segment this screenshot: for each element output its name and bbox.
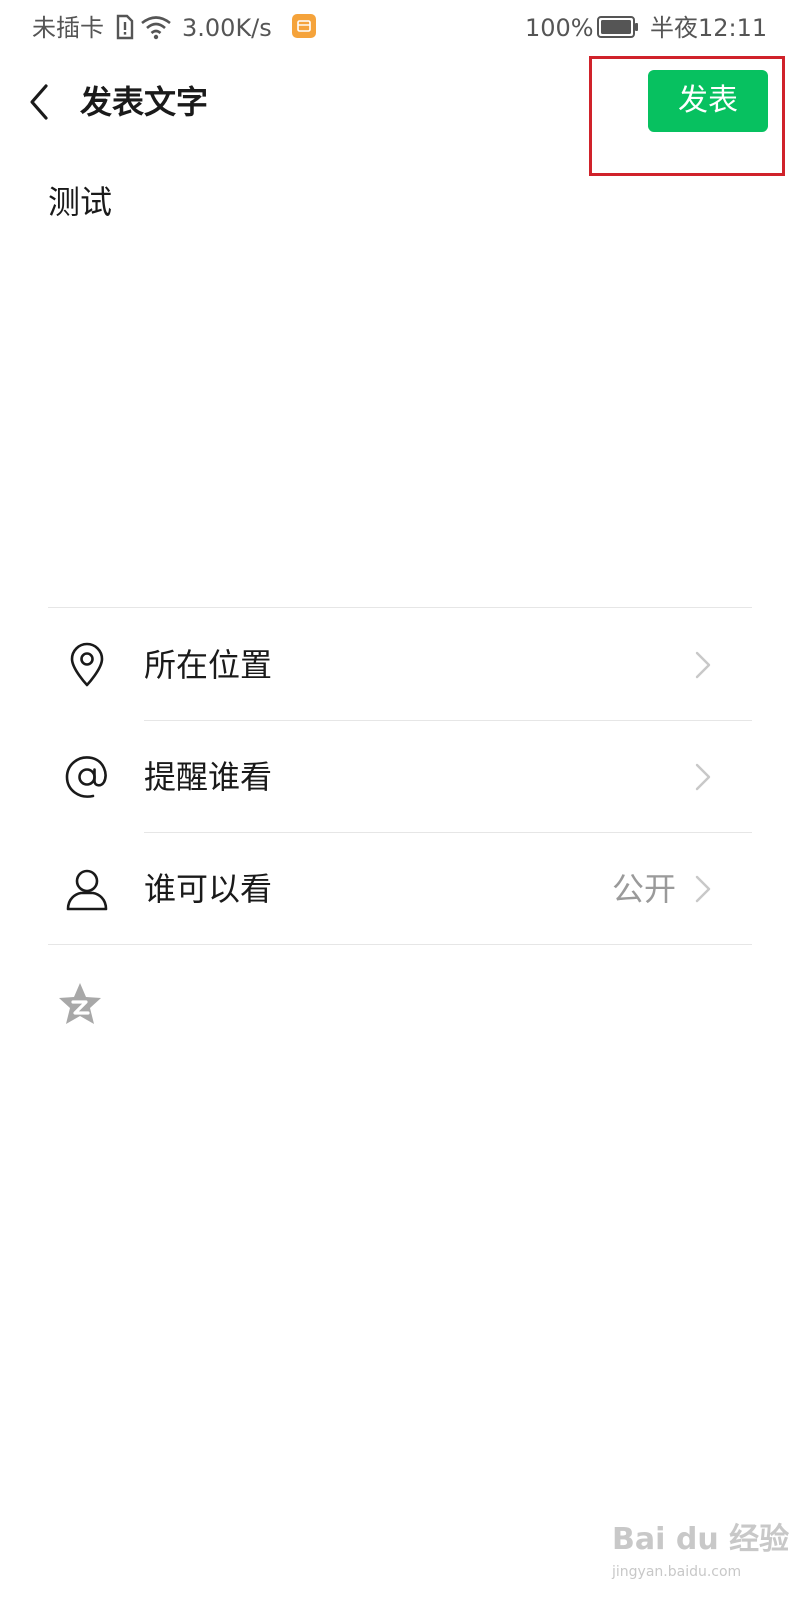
watermark-brand: Bai du 经验 (612, 1522, 790, 1557)
divider (48, 607, 752, 608)
carrier-label: 未插卡 (32, 14, 104, 42)
visibility-value: 公开 (611, 870, 676, 908)
chevron-right-icon (695, 651, 711, 679)
top-bar: 发表文字 发表 (0, 56, 800, 152)
app-notification-icon (292, 14, 316, 38)
divider (144, 720, 752, 721)
option-label: 谁可以看 (144, 870, 273, 908)
person-icon (66, 869, 108, 911)
status-bar: 未插卡 3.00K/s 100% 半夜12:11 (0, 0, 800, 56)
chevron-right-icon (695, 875, 711, 903)
status-clock: 半夜12:11 (650, 14, 768, 42)
option-label: 所在位置 (144, 646, 273, 684)
option-label: 提醒谁看 (144, 758, 273, 796)
publish-button[interactable]: 发表 (648, 70, 768, 132)
qzone-star-icon[interactable] (56, 980, 104, 1028)
wifi-icon (141, 16, 171, 40)
divider (48, 944, 752, 945)
battery-percent: 100% (525, 14, 594, 42)
divider (144, 832, 752, 833)
mention-option[interactable]: 提醒谁看 (48, 722, 752, 832)
chevron-left-icon[interactable] (24, 80, 56, 124)
post-text-input[interactable]: 测试 (48, 176, 752, 576)
baidu-jingyan-watermark: Bai du 经验 jingyan.baidu.com (612, 1522, 789, 1588)
location-option[interactable]: 所在位置 (48, 610, 752, 720)
location-pin-icon (70, 642, 104, 687)
at-sign-icon (65, 756, 107, 798)
sim-alert-icon (116, 14, 134, 40)
network-speed: 3.00K/s (182, 14, 272, 42)
watermark-url: jingyan.baidu.com (612, 1564, 742, 1580)
page-title: 发表文字 (80, 83, 209, 121)
chevron-right-icon (695, 763, 711, 791)
visibility-option[interactable]: 谁可以看 公开 (48, 834, 752, 944)
battery-icon (597, 16, 638, 38)
